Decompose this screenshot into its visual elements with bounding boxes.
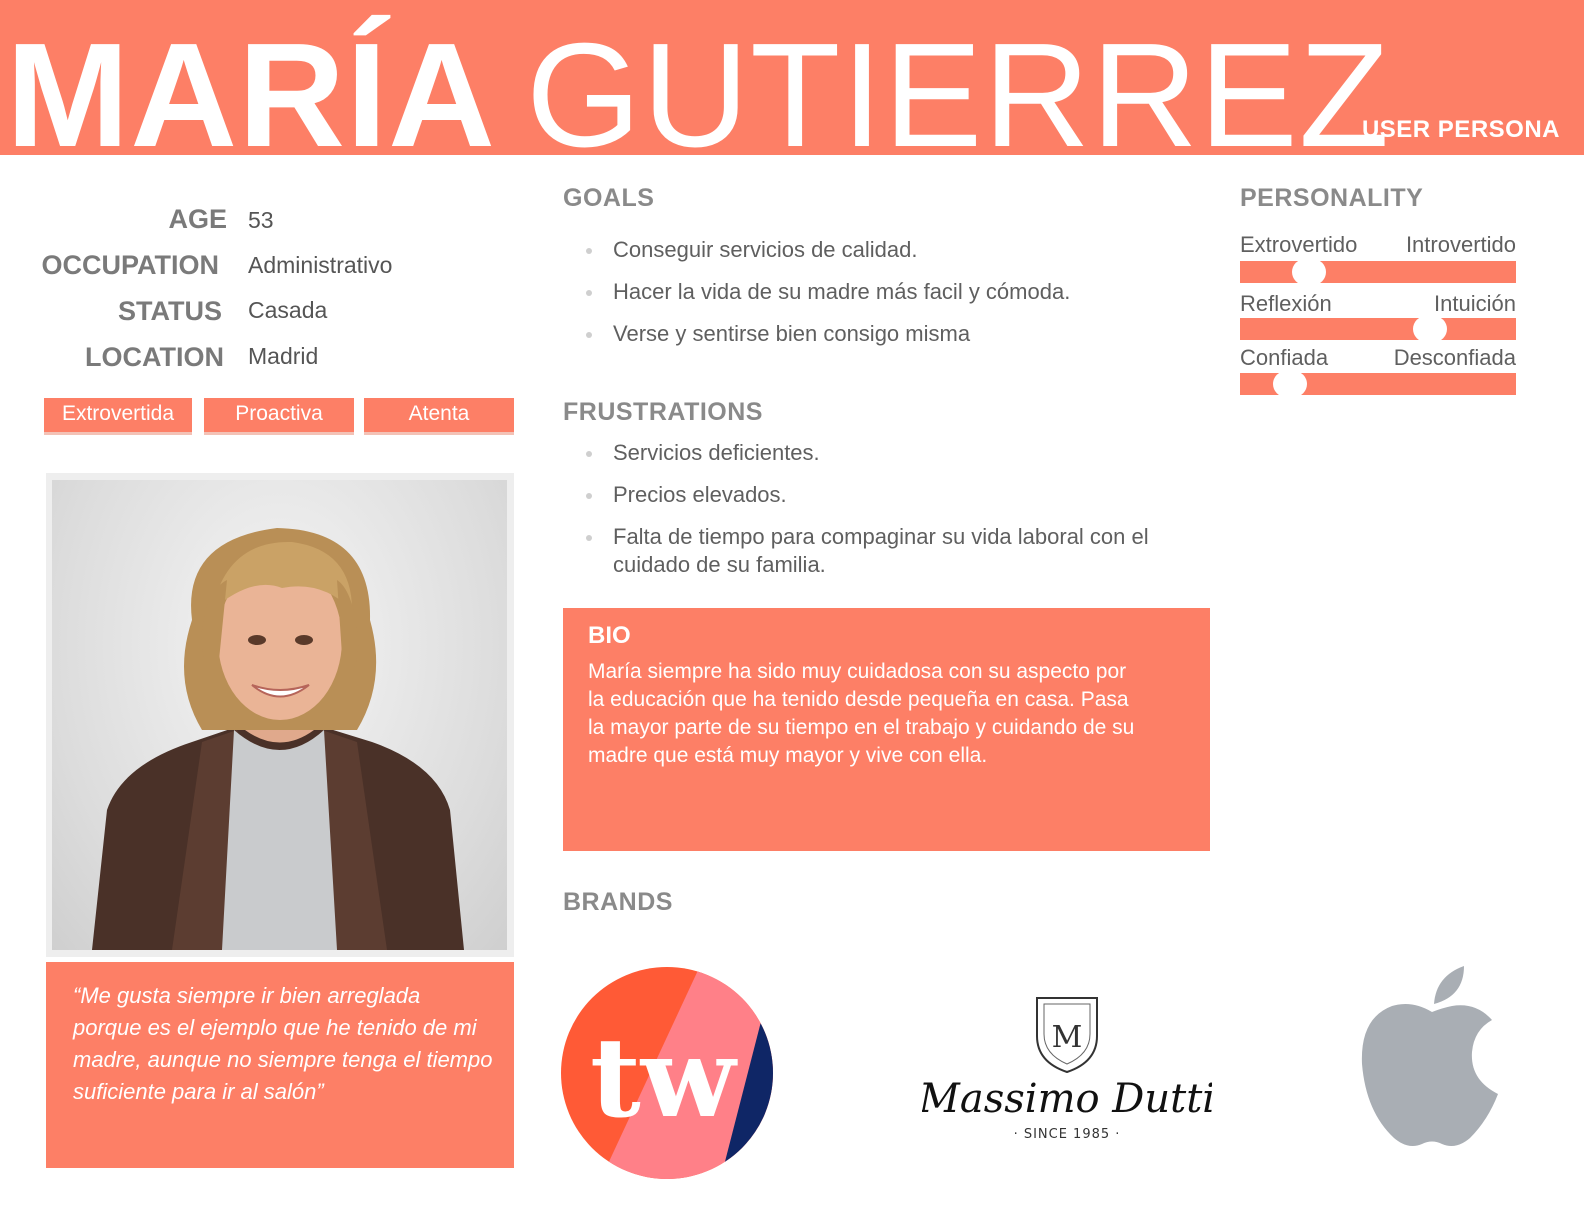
massimo-dutti-crest-icon: M Massimo Dutti · SINCE 1985 · (918, 997, 1215, 1142)
slider-knob (1292, 259, 1326, 285)
persona-name: MARÍA GUTIERREZ (6, 22, 1390, 170)
brands-title: BRANDS (563, 888, 673, 916)
bio-title: BIO (588, 622, 631, 649)
persona-photo (52, 480, 507, 950)
svg-text:M: M (1052, 1020, 1083, 1055)
bio-box: BIO María siempre ha sido muy cuidadosa … (563, 608, 1210, 851)
scale-right-label: Desconfiada (1393, 345, 1516, 370)
tw-logo-icon: tw (561, 967, 773, 1179)
persona-quote: “Me gusta siempre ir bien arreglada porq… (73, 983, 493, 1104)
trait-tag: Atenta (364, 398, 514, 432)
personality-title: PERSONALITY (1240, 184, 1424, 212)
portrait-illustration (92, 528, 464, 950)
personality-slider (1240, 316, 1516, 342)
persona-photo-frame (46, 473, 514, 957)
trait-tag: Extrovertida (44, 398, 192, 432)
goal-item: Hacer la vida de su madre más facil y có… (584, 278, 1070, 306)
apple-icon (1361, 966, 1498, 1146)
svg-text:Massimo Dutti: Massimo Dutti (922, 1076, 1212, 1122)
status-label: STATUS (118, 296, 222, 326)
personality-slider (1240, 371, 1516, 397)
occupation-label: OCCUPATION (41, 250, 220, 280)
location-value: Madrid (248, 343, 319, 369)
occupation-value: Administrativo (248, 252, 393, 278)
first-name: MARÍA (6, 13, 497, 178)
goal-item: Verse y sentirse bien consigo misma (584, 320, 1070, 348)
scale-right-label: Introvertido (1405, 232, 1516, 257)
tw-logo: tw (560, 966, 775, 1186)
age-label: AGE (168, 204, 227, 234)
personality-scale-labels: Confiada Desconfiada (1240, 345, 1516, 371)
frustration-item: Precios elevados. (584, 481, 1174, 509)
frustration-item: Falta de tiempo para compaginar su vida … (584, 523, 1174, 579)
massimo-dutti-logo: M Massimo Dutti · SINCE 1985 · (918, 992, 1215, 1157)
svg-text:· SINCE 1985 ·: · SINCE 1985 · (1014, 1127, 1121, 1142)
scale-left-label: Extrovertido (1240, 232, 1358, 257)
frustrations-title: FRUSTRATIONS (563, 398, 763, 426)
goals-list: Conseguir servicios de calidad. Hacer la… (584, 236, 1070, 348)
document-type-label: USER PERSONA (1361, 116, 1560, 143)
scale-right-label: Intuición (1434, 291, 1516, 316)
scale-left-label: Confiada (1240, 345, 1329, 370)
slider-knob (1273, 371, 1307, 397)
trait-tag: Proactiva (204, 398, 354, 432)
frustration-item: Servicios deficientes. (584, 439, 1174, 467)
quote-box: “Me gusta siempre ir bien arreglada porq… (46, 962, 514, 1168)
apple-logo (1352, 962, 1512, 1157)
personality-scale-labels: Extrovertido Introvertido (1240, 232, 1516, 258)
bio-text: María siempre ha sido muy cuidadosa con … (588, 660, 1135, 767)
last-name: GUTIERREZ (526, 13, 1391, 178)
location-label: LOCATION (85, 342, 224, 372)
svg-text:tw: tw (590, 1013, 738, 1142)
goals-title: GOALS (563, 184, 655, 212)
personality-scale-labels: Reflexión Intuición (1240, 291, 1516, 317)
header-banner: MARÍA GUTIERREZ USER PERSONA (0, 0, 1584, 170)
age-value: 53 (248, 207, 274, 233)
goal-item: Conseguir servicios de calidad. (584, 236, 1070, 264)
frustrations-list: Servicios deficientes. Precios elevados.… (584, 439, 1174, 579)
personality-slider (1240, 259, 1516, 285)
scale-left-label: Reflexión (1240, 291, 1332, 316)
slider-knob (1413, 316, 1447, 342)
status-value: Casada (248, 297, 328, 323)
